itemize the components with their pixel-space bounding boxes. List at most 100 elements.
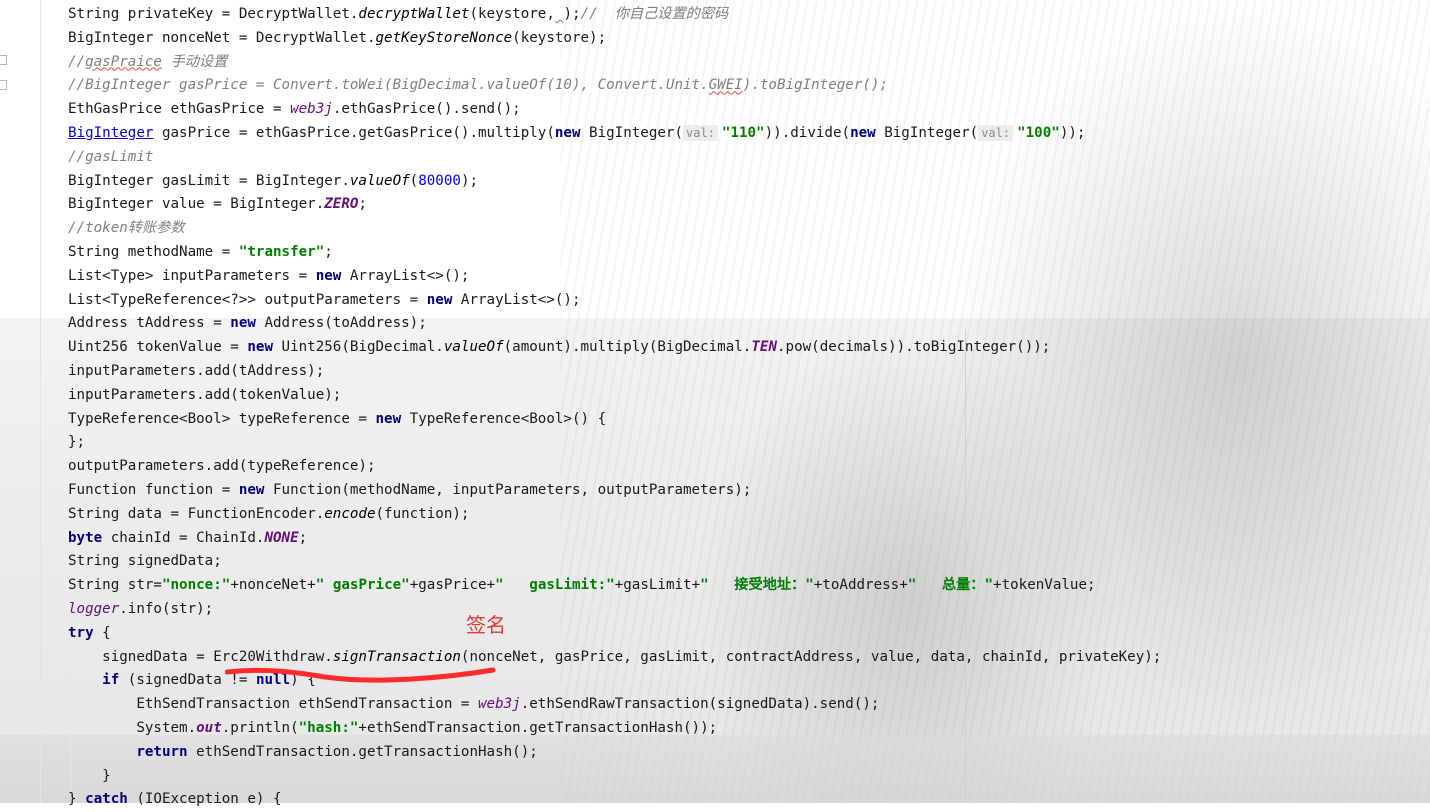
code-token: ArrayList<>(); [452, 291, 581, 308]
code-token: ).toBigInteger(); [742, 77, 889, 94]
code-token: TypeReference<Bool>() { [401, 410, 607, 427]
code-token: Function function = [68, 481, 239, 498]
code-line[interactable]: } catch (IOException e) { [68, 788, 1161, 812]
code-line[interactable]: try { [68, 622, 1161, 646]
code-token: .info(str); [119, 600, 214, 617]
code-line[interactable]: String methodName = "transfer"; [68, 241, 1161, 265]
code-token: ArrayList<>(); [341, 267, 470, 284]
code-line[interactable]: BigInteger gasLimit = BigInteger.valueOf… [68, 170, 1161, 194]
fold-marker-icon[interactable] [0, 55, 7, 65]
code-token: BigInteger( [875, 124, 979, 141]
code-line[interactable]: outputParameters.add(typeReference); [68, 455, 1161, 479]
code-token: ; [298, 529, 308, 546]
code-line[interactable]: String str="nonce:"+nonceNet+" gasPrice"… [68, 574, 1161, 598]
code-token: decryptWallet [358, 6, 470, 22]
code-token: gasPraice [85, 53, 162, 70]
code-token: "hash:" [298, 719, 359, 736]
code-token: String signedData; [68, 553, 222, 570]
code-line[interactable]: Address tAddress = new Address(toAddress… [68, 312, 1161, 336]
code-line[interactable]: } [68, 765, 1161, 789]
code-line[interactable]: BigInteger gasPrice = ethGasPrice.getGas… [68, 122, 1161, 146]
code-token: Function(methodName, inputParameters, ou… [264, 481, 752, 498]
code-token: GWEI [708, 77, 743, 94]
code-token: chainId = ChainId. [102, 529, 265, 546]
code-line[interactable]: Function function = new Function(methodN… [68, 479, 1161, 503]
fold-marker-icon[interactable] [0, 80, 7, 90]
code-token: (function); [375, 505, 470, 522]
code-token: BigInteger nonceNet = DecryptWallet. [68, 29, 376, 46]
code-token: "110" [721, 124, 765, 141]
code-token: new [238, 481, 265, 498]
code-line[interactable]: inputParameters.add(tAddress); [68, 360, 1161, 384]
editor-gutter[interactable] [0, 0, 41, 803]
code-token: gasPrice = ethGasPrice.getGasPrice().mul… [153, 124, 555, 141]
code-token: TEN [751, 339, 777, 356]
code-line[interactable]: Uint256 tokenValue = new Uint256(BigDeci… [68, 336, 1161, 360]
code-token: getKeyStoreNonce [375, 29, 513, 46]
code-token: String str= [68, 577, 162, 594]
code-line[interactable]: System.out.println("hash:"+ethSendTransa… [68, 717, 1161, 741]
code-token: ZERO [324, 196, 359, 213]
code-line[interactable]: BigInteger nonceNet = DecryptWallet.getK… [68, 27, 1161, 51]
code-token: String privateKey = DecryptWallet. [68, 6, 359, 22]
code-token: ); [563, 6, 581, 22]
code-token: List<TypeReference<?>> outputParameters … [68, 291, 427, 308]
code-token: Address tAddress = [68, 315, 231, 332]
code-line[interactable]: inputParameters.add(tokenValue); [68, 384, 1161, 408]
code-token: 手动设置 [161, 53, 228, 70]
code-line[interactable]: }; [68, 431, 1161, 455]
code-token: new [850, 124, 876, 141]
code-line[interactable]: EthGasPrice ethGasPrice = web3j.ethGasPr… [68, 98, 1161, 122]
code-token: " 接受地址：" [700, 577, 814, 594]
code-token: (keystore); [512, 29, 607, 46]
code-token: )).divide( [764, 124, 851, 141]
code-token: Address(toAddress); [255, 315, 427, 332]
code-token: +nonceNet+ [230, 577, 316, 594]
code-line[interactable]: //token转账参数 [68, 217, 1161, 241]
code-token: BigInteger gasLimit = BigInteger. [68, 172, 350, 189]
code-line[interactable]: String signedData; [68, 550, 1161, 574]
code-token: NONE [264, 529, 299, 546]
code-line[interactable]: return ethSendTransaction.getTransaction… [68, 741, 1161, 765]
code-token: .println( [221, 719, 299, 736]
code-line[interactable]: //gasLimit [68, 146, 1161, 170]
code-line[interactable]: List<TypeReference<?>> outputParameters … [68, 289, 1161, 313]
code-line[interactable]: EthSendTransaction ethSendTransaction = … [68, 693, 1161, 717]
code-line[interactable]: BigInteger value = BigInteger.ZERO; [68, 193, 1161, 217]
code-token: web3j [478, 696, 521, 713]
code-token: // [68, 53, 86, 70]
code-token: +gasPrice+ [409, 577, 496, 594]
code-token: new [375, 410, 402, 427]
code-line[interactable]: logger.info(str); [68, 598, 1161, 622]
red-underline-annotation [225, 667, 496, 683]
code-line[interactable]: //gasPraice 手动设置 [68, 51, 1161, 75]
code-line[interactable]: String data = FunctionEncoder.encode(fun… [68, 503, 1161, 527]
code-line[interactable]: byte chainId = ChainId.NONE; [68, 527, 1161, 551]
code-token: " gasPrice" [315, 577, 410, 594]
code-token: //token [68, 220, 128, 237]
code-token: ethSendTransaction.getTransactionHash(); [187, 743, 538, 760]
code-line[interactable]: List<Type> inputParameters = new ArrayLi… [68, 265, 1161, 289]
code-token: encode [324, 505, 376, 522]
code-line[interactable]: String privateKey = DecryptWallet.decryp… [68, 3, 1161, 27]
code-token: inputParameters.add(tokenValue); [68, 386, 342, 403]
code-token: new [247, 339, 273, 356]
code-token: outputParameters.add(typeReference); [68, 458, 376, 475]
code-token: (IOException e) { [127, 791, 282, 808]
code-line[interactable]: //BigInteger gasPrice = Convert.toWei(Bi… [68, 74, 1161, 98]
code-token: } [68, 767, 111, 784]
code-token: List<Type> inputParameters = [68, 267, 316, 284]
code-token: Uint256 tokenValue = [68, 339, 248, 356]
code-token: new [554, 124, 581, 141]
code-token: ; [358, 196, 367, 213]
code-token: out [196, 719, 222, 736]
code-editor[interactable]: String privateKey = DecryptWallet.decryp… [68, 3, 1161, 812]
code-token: BigInteger( [580, 124, 684, 141]
code-token: new [315, 267, 342, 284]
code-line[interactable]: TypeReference<Bool> typeReference = new … [68, 408, 1161, 432]
code-token: .pow(decimals)).toBigInteger()); [776, 339, 1051, 356]
code-token: "transfer" [238, 243, 325, 260]
code-token: { [93, 624, 111, 641]
